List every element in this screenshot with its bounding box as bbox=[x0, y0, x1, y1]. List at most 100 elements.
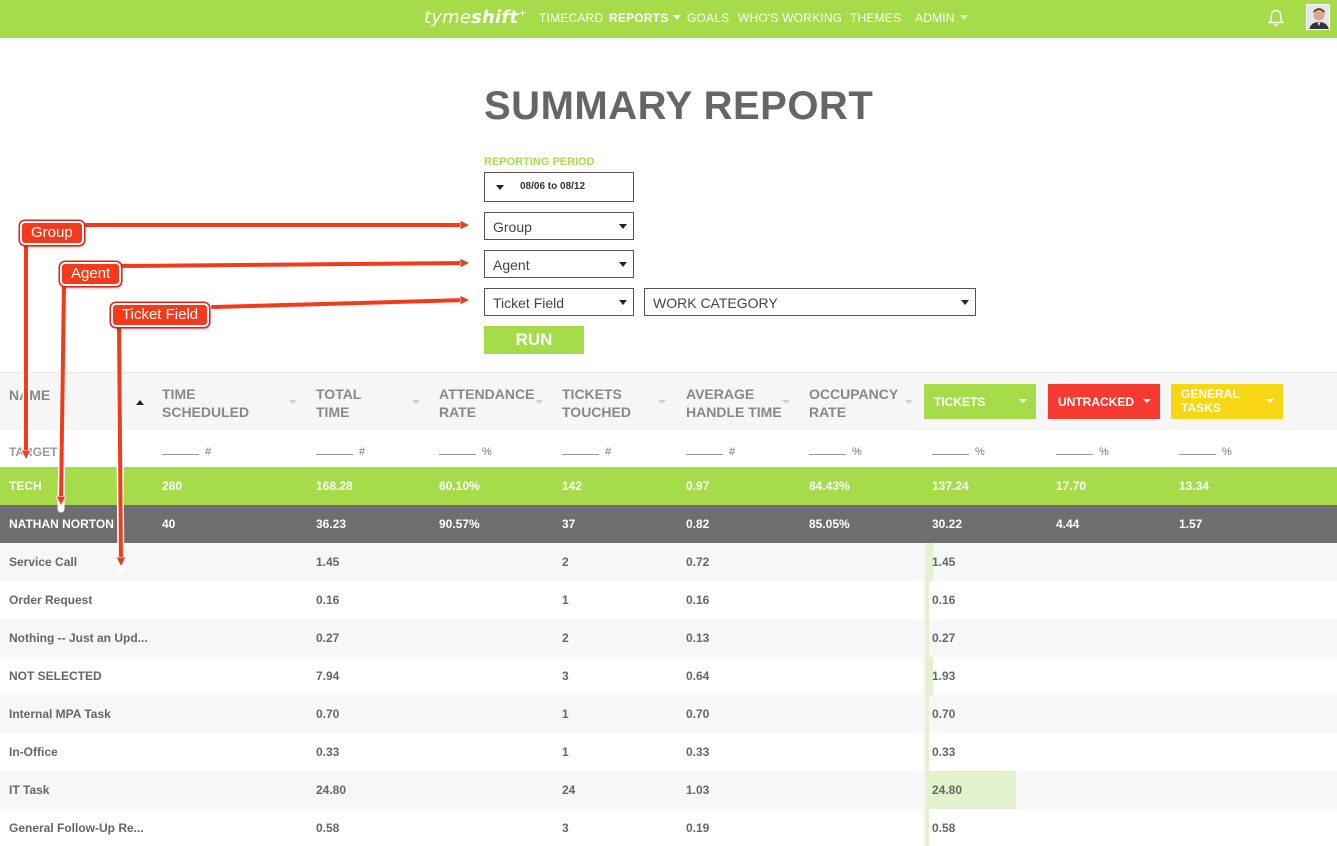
user-avatar[interactable] bbox=[1306, 4, 1330, 30]
agent-row[interactable]: NATHAN NORTON 40 36.23 90.57% 37 0.82 85… bbox=[0, 505, 1337, 543]
category-tickets-dropdown[interactable]: TICKETS bbox=[924, 384, 1036, 419]
header-line: SCHEDULED bbox=[162, 404, 250, 420]
cell-tickets-touched: 1 bbox=[562, 745, 569, 759]
target-input-total-time[interactable]: # bbox=[316, 446, 365, 458]
cell-untracked: 4.44 bbox=[1056, 517, 1080, 531]
nav-themes[interactable]: THEMES bbox=[850, 11, 901, 25]
cell-tickets-touched: 1 bbox=[562, 707, 569, 721]
table-row[interactable]: Internal MPA Task 0.70 1 0.70 0.70 bbox=[0, 695, 1337, 733]
target-input-line[interactable] bbox=[316, 454, 353, 455]
sort-icon[interactable] bbox=[905, 400, 913, 404]
cell-occupancy-rate: 84.43% bbox=[809, 479, 850, 493]
work-category-select-value: WORK CATEGORY bbox=[653, 295, 778, 311]
target-input-line[interactable] bbox=[686, 454, 723, 455]
header-name[interactable]: NAME bbox=[9, 386, 50, 404]
table-row[interactable]: NOT SELECTED 7.94 3 0.64 1.93 bbox=[0, 657, 1337, 695]
agent-select[interactable]: Agent bbox=[484, 250, 634, 278]
work-category-select[interactable]: WORK CATEGORY bbox=[644, 288, 976, 316]
target-input-line[interactable] bbox=[932, 454, 969, 455]
category-untracked-dropdown[interactable]: UNTRACKED bbox=[1048, 384, 1160, 419]
target-input-line[interactable] bbox=[1179, 454, 1216, 455]
nav-admin[interactable]: ADMIN bbox=[915, 11, 968, 25]
header-line: OCCUPANCY bbox=[809, 386, 899, 402]
sort-ascending-icon[interactable] bbox=[136, 400, 144, 405]
chevron-down-icon bbox=[959, 15, 968, 20]
header-occupancy-rate[interactable]: OCCUPANCY RATE bbox=[809, 385, 898, 421]
group-select[interactable]: Group bbox=[484, 212, 634, 240]
cell-total-time: 168.28 bbox=[316, 479, 353, 493]
sort-icon[interactable] bbox=[289, 400, 297, 404]
header-average-handle-time[interactable]: AVERAGE HANDLE TIME bbox=[686, 385, 782, 421]
cell-tickets-touched: 2 bbox=[562, 555, 569, 569]
nav-whos-working[interactable]: WHO'S WORKING bbox=[738, 11, 842, 25]
sort-icon[interactable] bbox=[658, 400, 666, 404]
header-tickets-touched[interactable]: TICKETS TOUCHED bbox=[562, 385, 631, 421]
nav-reports[interactable]: REPORTS bbox=[609, 11, 682, 25]
cell-tickets-touched: 3 bbox=[562, 821, 569, 835]
category-tickets-label: TICKETS bbox=[934, 395, 986, 409]
tymeshift-logo[interactable]: tymeshift+ bbox=[424, 7, 527, 28]
category-general-tasks-dropdown[interactable]: GENERAL TASKS bbox=[1171, 384, 1283, 419]
cell-aht: 0.33 bbox=[686, 745, 710, 759]
cell-tickets-touched: 3 bbox=[562, 669, 569, 683]
cell-total-time: 24.80 bbox=[316, 783, 347, 797]
sort-icon[interactable] bbox=[782, 400, 790, 404]
cell-general-tasks: 1.57 bbox=[1179, 517, 1203, 531]
header-line: TIME bbox=[162, 386, 196, 402]
target-input-line[interactable] bbox=[439, 454, 476, 455]
target-input-aht[interactable]: # bbox=[686, 446, 735, 458]
table-row[interactable]: Nothing -- Just an Upd... 0.27 2 0.13 0.… bbox=[0, 619, 1337, 657]
target-input-general-tasks[interactable]: % bbox=[1179, 446, 1232, 458]
table-row[interactable]: Service Call 1.45 2 0.72 1.45 bbox=[0, 543, 1337, 581]
reporting-period-picker[interactable]: 08/06 to 08/12 bbox=[484, 172, 634, 202]
ticket-field-select-value: Ticket Field bbox=[493, 295, 565, 311]
tickets-share-bar bbox=[926, 809, 929, 846]
chevron-down-icon bbox=[673, 15, 682, 20]
row-name: Order Request bbox=[9, 593, 93, 607]
cell-tickets: 1.45 bbox=[932, 555, 956, 569]
table-row[interactable]: In-Office 0.33 1 0.33 0.33 bbox=[0, 733, 1337, 771]
target-input-tickets[interactable]: % bbox=[932, 446, 985, 458]
target-input-line[interactable] bbox=[162, 454, 199, 455]
cell-total-time: 0.70 bbox=[316, 707, 340, 721]
target-input-attendance-rate[interactable]: % bbox=[439, 446, 492, 458]
header-total-time[interactable]: TOTAL TIME bbox=[316, 385, 361, 421]
header-line: RATE bbox=[439, 404, 477, 420]
category-untracked-label: UNTRACKED bbox=[1058, 395, 1134, 409]
cell-tickets-touched: 24 bbox=[562, 783, 576, 797]
row-name: In-Office bbox=[9, 745, 58, 759]
cell-aht: 0.82 bbox=[686, 517, 710, 531]
ticket-field-select[interactable]: Ticket Field bbox=[484, 288, 634, 316]
target-input-tickets-touched[interactable]: # bbox=[562, 446, 611, 458]
nav-timecard[interactable]: TIMECARD bbox=[539, 11, 603, 25]
target-input-line[interactable] bbox=[809, 454, 846, 455]
header-time-scheduled[interactable]: TIME SCHEDULED bbox=[162, 385, 249, 421]
cell-tickets: 1.93 bbox=[932, 669, 956, 683]
table-row[interactable]: IT Task 24.80 24 1.03 24.80 bbox=[0, 771, 1337, 809]
table-row[interactable]: General Follow-Up Re... 0.58 3 0.19 0.58 bbox=[0, 809, 1337, 846]
target-input-line[interactable] bbox=[1056, 454, 1093, 455]
run-button[interactable]: RUN bbox=[484, 326, 584, 354]
header-attendance-rate[interactable]: ATTENDANCE RATE bbox=[439, 385, 534, 421]
cell-tickets-touched: 1 bbox=[562, 593, 569, 607]
cell-tickets: 0.16 bbox=[932, 593, 956, 607]
target-input-time-scheduled[interactable]: # bbox=[162, 446, 211, 458]
sort-icon[interactable] bbox=[412, 400, 420, 404]
cell-total-time: 0.58 bbox=[316, 821, 340, 835]
table-row[interactable]: Order Request 0.16 1 0.16 0.16 bbox=[0, 581, 1337, 619]
row-name: NOT SELECTED bbox=[9, 669, 102, 683]
target-row: TARGET # # % # # % % % % bbox=[0, 430, 1337, 467]
nav-goals[interactable]: GOALS bbox=[687, 11, 729, 25]
target-input-untracked[interactable]: % bbox=[1056, 446, 1109, 458]
target-input-line[interactable] bbox=[562, 454, 599, 455]
chevron-down-icon bbox=[1266, 399, 1274, 403]
cell-attendance-rate: 60.10% bbox=[439, 479, 480, 493]
bell-icon[interactable] bbox=[1266, 8, 1286, 28]
agent-select-value: Agent bbox=[493, 257, 530, 273]
group-row[interactable]: TECH 280 168.28 60.10% 142 0.97 84.43% 1… bbox=[0, 467, 1337, 505]
user-photo-icon bbox=[1307, 5, 1329, 29]
nav-admin-label: ADMIN bbox=[915, 11, 955, 25]
reporting-period-value: 08/06 to 08/12 bbox=[520, 181, 586, 192]
sort-icon[interactable] bbox=[535, 400, 543, 404]
target-input-occupancy-rate[interactable]: % bbox=[809, 446, 862, 458]
